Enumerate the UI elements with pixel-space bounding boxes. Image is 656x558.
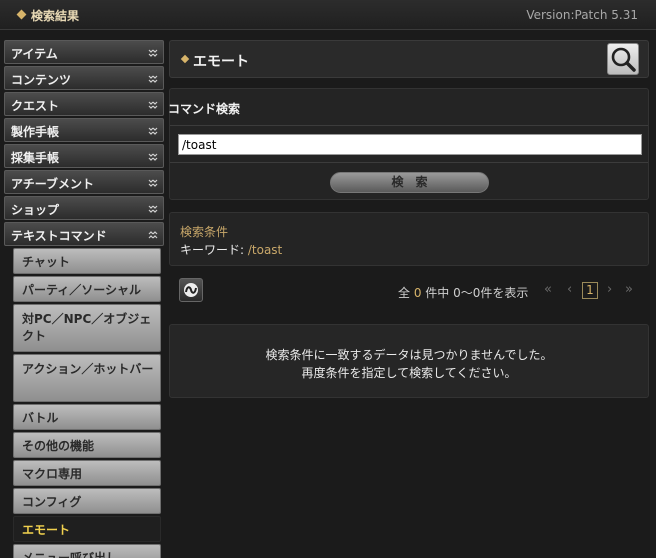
sidebar: アイテム コンテンツ クエスト 製作手帳 採集手帳 アチーブメント ショップ テ… <box>4 40 164 558</box>
no-results-line-2: 再度条件を指定して検索してください。 <box>301 366 517 380</box>
sidebar-item-contents[interactable]: コンテンツ <box>4 66 164 90</box>
sidebar-item-label: 採集手帳 <box>11 151 60 165</box>
search-form: コマンド検索 検索 <box>168 88 649 200</box>
sidebar-item-label: クエスト <box>11 99 60 113</box>
subitem-label: アクション／ホットバー <box>22 362 154 376</box>
chevron-up-icon <box>148 231 158 239</box>
sidebar-item-label: コンテンツ <box>11 73 72 87</box>
section-title: エモート <box>193 54 249 70</box>
reset-button[interactable] <box>179 278 203 302</box>
subitem-party-social[interactable]: パーティ／ソーシャル <box>13 276 161 302</box>
search-button[interactable]: 検索 <box>330 172 489 193</box>
sidebar-item-label: テキストコマンド <box>11 229 107 243</box>
main-content: エモート コマンド検索 検索 検索条件 キーワード: /toast 全 0 件中… <box>168 40 649 398</box>
search-form-label: コマンド検索 <box>168 102 241 116</box>
result-count: 全 0 件中 0〜0件を表示 <box>398 284 528 301</box>
current-page[interactable]: 1 <box>582 282 598 299</box>
subitem-label: パーティ／ソーシャル <box>22 283 142 297</box>
top-bar: 検索結果 Version:Patch 5.31 <box>0 0 656 30</box>
sidebar-item-label: 製作手帳 <box>11 125 60 139</box>
subitem-action-hotbar[interactable]: アクション／ホットバー <box>13 354 161 402</box>
sidebar-item-label: アチーブメント <box>11 177 95 191</box>
subitem-config[interactable]: コンフィグ <box>13 488 161 514</box>
sidebar-item-label: ショップ <box>11 203 60 217</box>
count-suffix: 件中 0〜0件を表示 <box>421 286 529 300</box>
chevron-down-icon <box>148 153 158 161</box>
chevron-down-icon <box>148 127 158 135</box>
next-page-button[interactable]: › <box>607 282 612 297</box>
sidebar-item-items[interactable]: アイテム <box>4 40 164 64</box>
refresh-icon <box>184 283 198 297</box>
subitem-label: マクロ専用 <box>22 467 83 481</box>
subitem-battle[interactable]: バトル <box>13 404 161 430</box>
chevron-down-icon <box>148 75 158 83</box>
subitem-chat[interactable]: チャット <box>13 248 161 274</box>
keyword-row: キーワード: /toast <box>180 241 282 258</box>
subitem-menu-call[interactable]: メニュー呼び出し <box>13 544 161 558</box>
prev-page-button[interactable]: ‹ <box>567 282 572 297</box>
sidebar-item-shops[interactable]: ショップ <box>4 196 164 220</box>
subitem-pc-npc-object[interactable]: 対PC／NPC／オブジェクト <box>13 304 161 352</box>
sidebar-item-text-commands[interactable]: テキストコマンド <box>4 222 164 246</box>
no-results-line-1: 検索条件に一致するデータは見つかりませんでした。 <box>265 348 553 362</box>
sidebar-item-gathering-log[interactable]: 採集手帳 <box>4 144 164 168</box>
subitem-label: メニュー呼び出し <box>22 551 119 558</box>
search-toggle-button[interactable] <box>607 43 639 75</box>
sidebar-item-label: アイテム <box>11 47 58 61</box>
subitem-label: エモート <box>22 523 71 537</box>
divider <box>170 162 648 163</box>
divider <box>170 125 648 126</box>
section-header: エモート <box>169 40 649 78</box>
first-page-button[interactable]: « <box>544 282 552 297</box>
diamond-icon <box>16 9 27 20</box>
pagination-bar: 全 0 件中 0〜0件を表示 « ‹ 1 › » <box>169 276 649 304</box>
subitem-other-functions[interactable]: その他の機能 <box>13 432 161 458</box>
conditions-title: 検索条件 <box>180 225 229 239</box>
search-input[interactable] <box>178 134 642 155</box>
no-results-message: 検索条件に一致するデータは見つかりませんでした。 再度条件を指定して検索してくだ… <box>169 324 649 398</box>
keyword-value: /toast <box>247 243 283 257</box>
chevron-down-icon <box>148 101 158 109</box>
subitem-label: コンフィグ <box>22 495 82 509</box>
subitem-macro-only[interactable]: マクロ専用 <box>13 460 161 486</box>
chevron-down-icon <box>148 179 158 187</box>
chevron-down-icon <box>148 205 158 213</box>
sidebar-item-achievements[interactable]: アチーブメント <box>4 170 164 194</box>
search-icon <box>611 47 636 72</box>
subitem-label: その他の機能 <box>22 439 95 453</box>
subitem-label: チャット <box>22 255 70 269</box>
version-label: Version:Patch 5.31 <box>526 8 638 22</box>
subitem-emote[interactable]: エモート <box>13 516 161 542</box>
search-conditions: 検索条件 キーワード: /toast <box>169 212 649 266</box>
diamond-icon <box>180 54 190 64</box>
sidebar-item-crafting-log[interactable]: 製作手帳 <box>4 118 164 142</box>
sidebar-item-quests[interactable]: クエスト <box>4 92 164 116</box>
subitem-label: 対PC／NPC／オブジェクト <box>22 312 152 343</box>
page-title: 検索結果 <box>31 9 80 23</box>
count-prefix: 全 <box>398 286 414 300</box>
last-page-button[interactable]: » <box>625 282 633 297</box>
keyword-label: キーワード: <box>180 243 248 257</box>
chevron-down-icon <box>148 49 158 57</box>
subitem-label: バトル <box>22 411 59 425</box>
